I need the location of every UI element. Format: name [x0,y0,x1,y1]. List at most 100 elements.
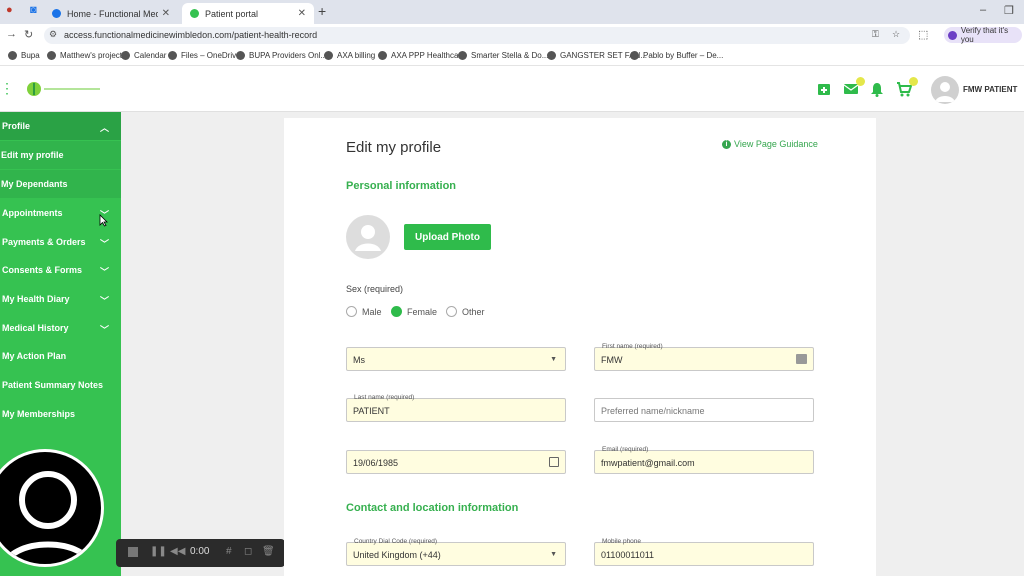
globe-icon [630,51,639,60]
minimize-icon[interactable]: – [980,4,986,16]
bookmark-item[interactable]: Files – OneDrive [168,51,241,60]
close-icon[interactable]: ✕ [298,8,306,19]
forward-icon[interactable]: → [6,28,17,40]
last-name-value: PATIENT [353,406,390,416]
messages-icon[interactable] [843,77,865,97]
first-name-label: First name (required) [601,343,664,350]
sidebar-item-health-diary[interactable]: My Health Diary ﹀ [0,285,121,313]
bookmark-item[interactable]: AXA PPP Healthcare [378,51,466,60]
sidebar-item-label: Edit my profile [1,150,64,160]
profile-photo-placeholder [346,215,390,259]
dial-code-value: United Kingdom (+44) [353,550,441,560]
chevron-up-icon: ︿ [99,123,109,133]
chevron-down-icon: ﹀ [99,267,109,277]
calendar-add-icon[interactable] [816,81,832,97]
bookmark-label: Files – OneDrive [181,51,241,60]
restore-icon[interactable]: ❐ [1004,4,1014,17]
sex-option-male[interactable]: Male [346,306,382,317]
bookmark-star-icon[interactable]: ☆ [892,29,900,40]
mobile-label: Mobile phone [601,538,643,545]
trash-icon[interactable]: 🗑 [262,546,275,557]
title-value: Ms [353,355,365,365]
bookmark-label: Bupa [21,51,40,60]
bookmark-item[interactable]: Pablo by Buffer – De... [630,51,723,60]
password-key-icon[interactable]: ⚿ [872,29,879,40]
bookmark-item[interactable]: Smarter Stella & Do... [458,51,548,60]
browser-tab-bar: ● ◙ Home - Functional Medicine W... ✕ Pa… [0,0,1024,24]
sex-option-female[interactable]: Female [391,306,437,317]
last-name-field[interactable]: Last name (required) PATIENT [346,394,566,422]
verify-identity-button[interactable]: Verify that it's you [944,26,1022,44]
sidebar-item-edit-profile[interactable]: Edit my profile [0,141,121,169]
globe-icon [236,51,245,60]
clinic-logo[interactable] [26,80,102,98]
bookmark-item[interactable]: BUPA Providers Onl... [236,51,327,60]
radio-button[interactable] [346,306,357,317]
rewind-icon[interactable]: ◀◀ [170,546,185,557]
bell-icon[interactable] [869,81,885,97]
dial-code-select[interactable]: Country Dial Code (required) United King… [346,538,566,566]
stop-icon[interactable] [128,547,138,557]
notification-badge [856,77,865,86]
personal-info-heading: Personal information [346,180,457,192]
sidebar-item-dependants[interactable]: My Dependants [0,170,121,198]
url-field[interactable]: ⚙ access.functionalmedicinewimbledon.com… [44,27,910,44]
sidebar-item-label: Profile [2,121,31,131]
sidebar-item-action-plan[interactable]: My Action Plan [0,342,121,370]
dob-value: 19/06/1985 [353,458,399,468]
email-label: Email (required) [601,446,650,453]
bookmark-label: AXA billing [337,51,376,60]
close-icon[interactable]: ✕ [162,8,170,19]
user-name[interactable]: FMW PATIENT [963,85,1017,94]
site-info-icon[interactable]: ⚙ [49,29,57,40]
calendar-icon[interactable] [549,457,559,467]
tab-label: Home - Functional Medicine W... [67,8,158,19]
tab-search-icon[interactable]: ◙ [30,4,37,16]
recording-timer: 0:00 [190,546,210,557]
browser-menu-icon[interactable]: ● [6,4,13,16]
info-icon: i [722,139,731,149]
preferred-name-field[interactable]: Preferred name/nickname [594,398,814,422]
first-name-field[interactable]: First name (required) FMW [594,343,814,371]
globe-icon [378,51,387,60]
sidebar-item-label: Appointments [2,208,63,218]
sidebar-item-payments[interactable]: Payments & Orders ﹀ [0,228,121,256]
camera-icon[interactable]: ◻ [244,546,252,557]
extensions-icon[interactable]: ⬚ [918,28,928,41]
new-tab-icon[interactable]: + [318,3,326,19]
chevron-down-icon: ﹀ [99,239,109,249]
date-of-birth-field[interactable]: 19/06/1985 [346,450,566,474]
bookmark-item[interactable]: Bupa [8,51,40,60]
pause-icon[interactable]: ❚❚ [150,546,167,557]
bookmark-label: BUPA Providers Onl... [249,51,328,60]
upload-photo-button[interactable]: Upload Photo [404,224,491,250]
sidebar-item-memberships[interactable]: My Memberships [0,400,121,428]
chevron-down-icon: ﹀ [99,296,109,306]
radio-button-selected[interactable] [391,306,402,317]
globe-icon [8,51,17,60]
tab-favicon-icon [190,9,199,18]
grid-icon[interactable]: # [226,546,232,557]
bookmark-item[interactable]: AXA billing [324,51,375,60]
sidebar-item-profile[interactable]: Profile ︿ [0,112,121,140]
mobile-value: 01100011011 [601,550,655,560]
bookmark-item[interactable]: Calendar [121,51,166,60]
sidebar-item-medical-history[interactable]: Medical History ﹀ [0,314,121,342]
tab-home[interactable]: Home - Functional Medicine W... ✕ [44,3,178,24]
hamburger-menu-icon[interactable]: ⋮ [0,80,14,97]
reload-icon[interactable]: ↻ [24,28,33,41]
bookmark-label: Matthew's project [60,51,122,60]
radio-button[interactable] [446,306,457,317]
user-avatar[interactable] [931,76,959,104]
sidebar-item-consents[interactable]: Consents & Forms ﹀ [0,256,121,284]
mobile-phone-field[interactable]: Mobile phone 01100011011 [594,538,814,566]
cart-icon[interactable] [896,77,918,97]
tab-patient-portal[interactable]: Patient portal ✕ [182,3,314,24]
bookmark-item[interactable]: Matthew's project [47,51,122,60]
sex-option-other[interactable]: Other [446,306,485,317]
view-guidance-link[interactable]: i View Page Guidance [722,139,818,149]
sidebar-item-summary-notes[interactable]: Patient Summary Notes [0,371,121,399]
email-field[interactable]: Email (required) fmwpatient@gmail.com [594,446,814,474]
autofill-icon[interactable] [796,354,807,364]
title-select[interactable]: Ms ▼ [346,347,566,371]
